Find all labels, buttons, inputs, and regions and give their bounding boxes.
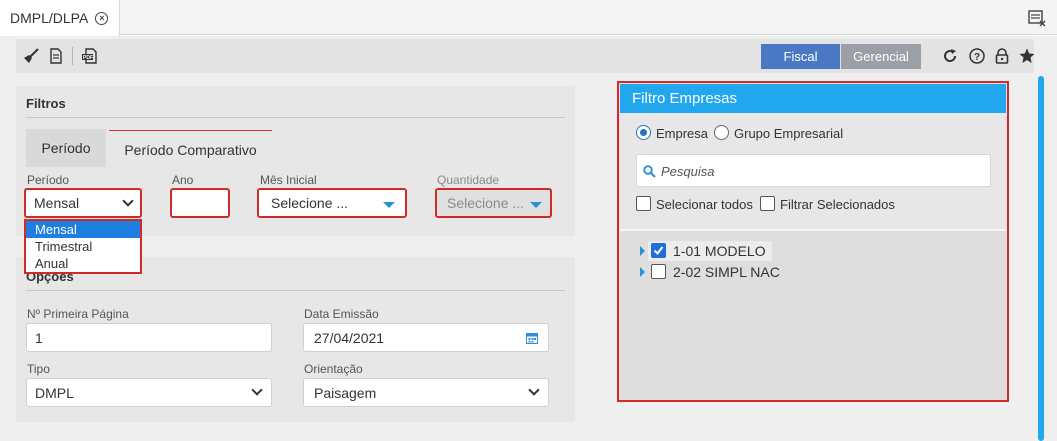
scrollbar[interactable] <box>1038 76 1044 441</box>
content-area: PDF Fiscal Gerencial ? Filtros Período P… <box>0 36 1057 441</box>
tab-periodo[interactable]: Período <box>26 129 106 167</box>
option-trimestral[interactable]: Trimestral <box>26 238 140 255</box>
dropdown-arrow-icon <box>530 202 542 208</box>
gerencial-button[interactable]: Gerencial <box>841 44 921 69</box>
radio-empresa-label: Empresa <box>656 126 709 141</box>
tipo-value: DMPL <box>35 384 74 401</box>
star-icon[interactable] <box>1018 47 1036 65</box>
radio-empresa[interactable] <box>636 125 651 140</box>
search-input[interactable]: Pesquisa <box>636 154 991 187</box>
tab-periodo-comparativo[interactable]: Período Comparativo <box>109 130 272 168</box>
toolbar-separator <box>72 47 73 65</box>
search-icon <box>643 165 656 178</box>
tipo-select[interactable]: DMPL <box>26 378 272 407</box>
selecionar-todos-checkbox[interactable] <box>636 196 651 211</box>
filtros-title: Filtros <box>26 96 66 111</box>
search-placeholder: Pesquisa <box>661 164 715 179</box>
broom-icon[interactable] <box>22 47 40 65</box>
tree-item-label[interactable]: 2-02 SIMPL NAC <box>673 264 780 280</box>
pdf-icon[interactable]: PDF <box>81 47 99 65</box>
periodo-select[interactable]: Mensal <box>24 188 142 218</box>
expand-arrow-icon[interactable] <box>640 267 645 277</box>
radio-grupo-label: Grupo Empresarial <box>734 126 844 141</box>
periodo-label: Período <box>27 173 70 187</box>
filtro-empresas-title: Filtro Empresas <box>620 84 1006 113</box>
quantidade-select[interactable]: Selecione ... <box>435 188 552 218</box>
primeira-pagina-label: Nº Primeira Página <box>27 307 129 321</box>
orientacao-select[interactable]: Paisagem <box>303 378 549 407</box>
dropdown-arrow-icon <box>383 202 395 208</box>
fiscal-button[interactable]: Fiscal <box>761 44 840 69</box>
calendar-icon[interactable] <box>526 332 538 344</box>
tree-item-label[interactable]: 1-01 MODELO <box>673 243 766 259</box>
tab-title: DMPL/DLPA <box>10 10 89 26</box>
chevron-down-icon <box>528 384 540 396</box>
ano-input[interactable] <box>170 188 230 218</box>
help-icon[interactable]: ? <box>968 47 986 65</box>
close-circle-icon[interactable]: × <box>95 11 109 25</box>
lock-icon[interactable] <box>993 47 1011 65</box>
filtrar-selecionados-checkbox[interactable] <box>760 196 775 211</box>
tree-checkbox-simpl-nac[interactable] <box>651 264 666 279</box>
periodo-dropdown: Mensal Trimestral Anual <box>24 219 142 274</box>
mes-inicial-select[interactable]: Selecione ... <box>257 188 407 218</box>
svg-text:PDF: PDF <box>83 55 93 61</box>
periodo-value: Mensal <box>34 195 80 211</box>
tab-bar: DMPL/DLPA × <box>0 0 1057 36</box>
filtro-empresas-panel: Filtro Empresas Empresa Grupo Empresaria… <box>617 81 1009 402</box>
orientacao-value: Paisagem <box>314 384 377 401</box>
expand-arrow-icon[interactable] <box>640 246 645 256</box>
tab-dmpl-dlpa[interactable]: DMPL/DLPA × <box>0 0 120 36</box>
chevron-down-icon <box>122 195 134 207</box>
window-list-icon[interactable] <box>1026 7 1048 29</box>
checkmark-icon <box>653 246 664 256</box>
document-icon[interactable] <box>47 47 65 65</box>
divider <box>26 290 565 291</box>
toolbar: PDF Fiscal Gerencial ? <box>16 39 1036 73</box>
divider <box>26 117 565 118</box>
primeira-pagina-input[interactable]: 1 <box>26 323 272 352</box>
refresh-icon[interactable] <box>941 47 959 65</box>
quantidade-label: Quantidade <box>437 173 500 187</box>
data-emissao-label: Data Emissão <box>304 307 379 321</box>
mes-inicial-label: Mês Inicial <box>260 173 317 187</box>
ano-label: Ano <box>172 173 194 187</box>
data-emissao-input[interactable]: 27/04/2021 <box>303 323 549 352</box>
orientacao-label: Orientação <box>304 362 363 376</box>
filtrar-selecionados-label: Filtrar Selecionados <box>780 197 895 212</box>
data-emissao-value: 27/04/2021 <box>314 329 385 346</box>
option-anual[interactable]: Anual <box>26 255 140 272</box>
tree-checkbox-modelo[interactable] <box>651 243 666 258</box>
quantidade-value: Selecione ... <box>447 195 525 211</box>
primeira-pagina-value: 1 <box>35 329 43 346</box>
filtro-empresas-controls: Empresa Grupo Empresarial Pesquisa Selec… <box>620 113 1006 231</box>
svg-text:?: ? <box>974 52 980 63</box>
radio-grupo-empresarial[interactable] <box>714 125 729 140</box>
chevron-down-icon <box>251 384 263 396</box>
tipo-label: Tipo <box>27 362 50 376</box>
selecionar-todos-label: Selecionar todos <box>656 197 753 212</box>
option-mensal[interactable]: Mensal <box>26 221 140 238</box>
mes-inicial-value: Selecione ... <box>271 195 349 211</box>
